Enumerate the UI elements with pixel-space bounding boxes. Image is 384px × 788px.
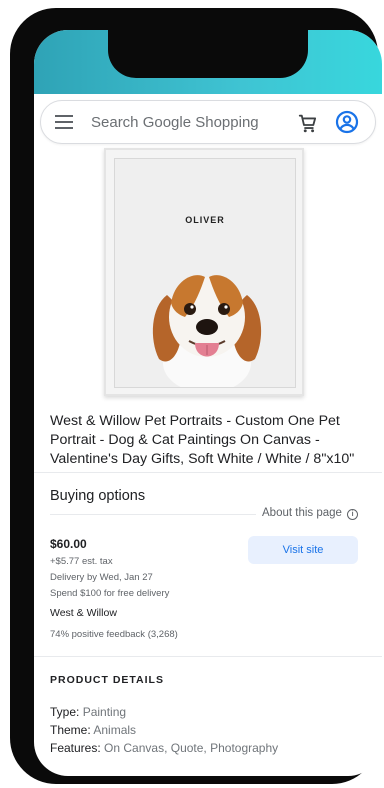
offer-seller[interactable]: West & Willow <box>50 607 117 619</box>
portrait-pet-name: OLIVER <box>185 215 225 225</box>
phone-notch <box>108 30 308 78</box>
menu-icon[interactable] <box>55 115 73 129</box>
detail-label: Type: <box>50 705 80 719</box>
search-input[interactable] <box>91 111 281 133</box>
dog-illustration <box>152 275 262 387</box>
visit-site-button[interactable]: Visit site <box>248 536 358 564</box>
offer-delivery: Delivery by Wed, Jan 27 <box>50 572 153 583</box>
about-this-page-link[interactable]: About this page i <box>262 507 359 520</box>
shopping-cart-icon[interactable] <box>297 112 319 134</box>
title-divider <box>34 472 382 473</box>
about-page-rule <box>50 514 256 515</box>
product-title[interactable]: West & Willow Pet Portraits - Custom One… <box>50 412 370 469</box>
offer-price: $60.00 <box>50 537 87 551</box>
detail-value: Painting <box>82 705 127 719</box>
offer-tax: +$5.77 est. tax <box>50 556 113 567</box>
detail-row-features: Features: On Canvas, Quote, Photography <box>50 741 278 755</box>
buying-options-heading: Buying options <box>50 488 146 504</box>
search-bar[interactable] <box>40 100 376 144</box>
detail-row-type: Type: Painting <box>50 705 126 719</box>
detail-value: On Canvas, Quote, Photography <box>104 741 279 755</box>
phone-screen: OLIVER <box>34 30 382 776</box>
portrait-frame: OLIVER <box>104 148 304 396</box>
phone-frame: OLIVER <box>10 8 382 784</box>
offer-free-delivery: Spend $100 for free delivery <box>50 588 170 599</box>
info-icon[interactable]: i <box>347 509 359 520</box>
offer-feedback: 74% positive feedback (3,268) <box>50 629 178 640</box>
portrait-canvas: OLIVER <box>114 158 296 388</box>
details-divider <box>34 656 382 657</box>
detail-label: Features: <box>50 741 101 755</box>
account-circle-icon[interactable] <box>335 110 359 134</box>
detail-value: Animals <box>93 723 137 737</box>
about-this-page-label: About this page <box>262 507 342 519</box>
detail-row-theme: Theme: Animals <box>50 723 136 737</box>
product-image[interactable]: OLIVER <box>104 148 304 396</box>
detail-label: Theme: <box>50 723 91 737</box>
product-details-heading: PRODUCT DETAILS <box>50 674 164 686</box>
